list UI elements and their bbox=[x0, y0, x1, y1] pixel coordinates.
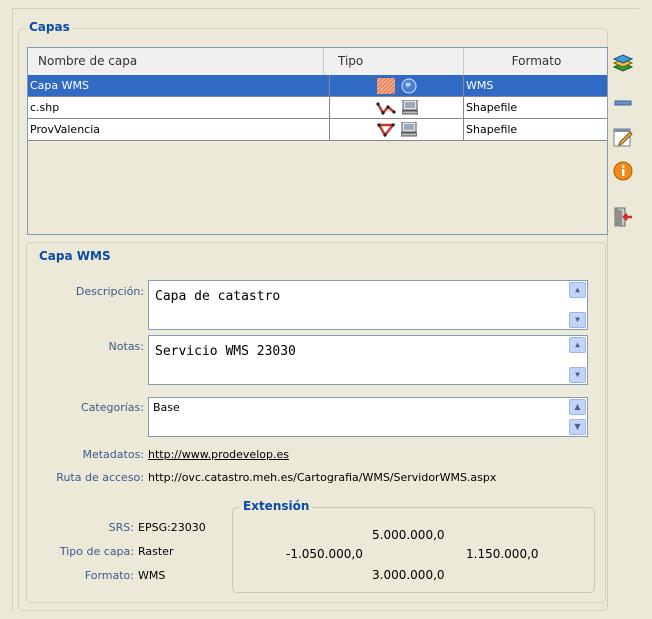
layers-table[interactable]: Nombre de capa Tipo Formato Capa WMS WMS… bbox=[27, 47, 608, 235]
categorias-label: Categorías: bbox=[81, 401, 144, 414]
scroll-up-icon[interactable]: ▲ bbox=[569, 337, 586, 353]
row-tipo bbox=[330, 97, 464, 118]
tipo-capa-value: Raster bbox=[138, 545, 174, 558]
extension-top: 5.000.000,0 bbox=[372, 528, 445, 542]
extension-left: -1.050.000,0 bbox=[286, 547, 363, 561]
table-row[interactable]: ProvValencia Shapefile bbox=[28, 119, 607, 141]
descripcion-scrollbar[interactable]: ▲ ▼ bbox=[569, 282, 586, 328]
scroll-up-icon[interactable]: ▲ bbox=[569, 399, 586, 415]
descripcion-value: Capa de catastro bbox=[155, 289, 281, 304]
descripcion-field[interactable]: Capa de catastro ▲ ▼ bbox=[148, 280, 588, 330]
row-formato: WMS bbox=[466, 79, 494, 92]
tipo-capa-label: Tipo de capa: bbox=[59, 545, 134, 558]
row-tipo bbox=[330, 75, 464, 96]
categorias-value: Base bbox=[153, 401, 180, 414]
row-name: ProvValencia bbox=[28, 119, 330, 140]
notas-label: Notas: bbox=[108, 340, 144, 353]
add-layers-icon bbox=[612, 54, 634, 72]
scroll-down-icon[interactable]: ▼ bbox=[569, 419, 586, 435]
add-layers-button[interactable] bbox=[612, 52, 634, 74]
notas-value: Servicio WMS 23030 bbox=[155, 344, 296, 359]
exit-icon bbox=[614, 207, 632, 227]
metadatos-label: Metadatos: bbox=[82, 448, 144, 461]
info-icon bbox=[613, 161, 633, 181]
ruta-label: Ruta de acceso: bbox=[56, 471, 144, 484]
scroll-down-icon[interactable]: ▼ bbox=[569, 312, 586, 328]
table-header: Nombre de capa Tipo Formato bbox=[28, 48, 607, 76]
edit-layer-button[interactable] bbox=[612, 126, 634, 148]
row-formato: Shapefile bbox=[466, 123, 518, 136]
scroll-up-icon[interactable]: ▲ bbox=[569, 282, 586, 298]
table-row[interactable]: Capa WMS WMS bbox=[28, 75, 607, 97]
scroll-down-icon[interactable]: ▼ bbox=[569, 367, 586, 383]
extension-title: Extensión bbox=[240, 499, 313, 513]
raster-layer-icon bbox=[376, 77, 395, 94]
header-tipo[interactable]: Tipo bbox=[324, 48, 464, 75]
formato-label: Formato: bbox=[84, 569, 134, 582]
row-name: Capa WMS bbox=[28, 75, 330, 96]
table-row[interactable]: c.shp Shapefile bbox=[28, 97, 607, 119]
globe-icon bbox=[401, 78, 416, 93]
capas-title: Capas bbox=[26, 20, 73, 34]
layer-info-button[interactable] bbox=[612, 160, 634, 182]
computer-icon bbox=[400, 122, 417, 137]
edit-icon bbox=[613, 128, 633, 147]
srs-label: SRS: bbox=[108, 521, 134, 534]
remove-icon bbox=[614, 100, 632, 106]
exit-button[interactable] bbox=[612, 206, 634, 228]
srs-value: EPSG:23030 bbox=[138, 521, 206, 534]
line-vector-icon bbox=[375, 101, 396, 115]
header-formato[interactable]: Formato bbox=[464, 48, 609, 75]
remove-layer-button[interactable] bbox=[612, 92, 634, 114]
extension-bottom: 3.000.000,0 bbox=[372, 568, 445, 582]
row-name: c.shp bbox=[28, 97, 330, 118]
row-tipo bbox=[330, 119, 464, 140]
computer-icon bbox=[401, 100, 418, 115]
polygon-vector-icon bbox=[376, 122, 395, 137]
notas-field[interactable]: Servicio WMS 23030 ▲ ▼ bbox=[148, 335, 588, 385]
categorias-scrollbar[interactable]: ▲ ▼ bbox=[569, 399, 586, 435]
notas-scrollbar[interactable]: ▲ ▼ bbox=[569, 337, 586, 383]
detail-title: Capa WMS bbox=[36, 249, 114, 263]
formato-value: WMS bbox=[138, 569, 166, 582]
categorias-field[interactable]: Base ▲ ▼ bbox=[148, 397, 588, 437]
descripcion-label: Descripción: bbox=[75, 285, 144, 298]
ruta-value: http://ovc.catastro.meh.es/Cartografia/W… bbox=[148, 471, 497, 484]
header-nombre[interactable]: Nombre de capa bbox=[28, 48, 324, 75]
metadatos-link[interactable]: http://www.prodevelop.es bbox=[148, 448, 289, 461]
extension-right: 1.150.000,0 bbox=[466, 547, 539, 561]
row-formato: Shapefile bbox=[466, 101, 518, 114]
